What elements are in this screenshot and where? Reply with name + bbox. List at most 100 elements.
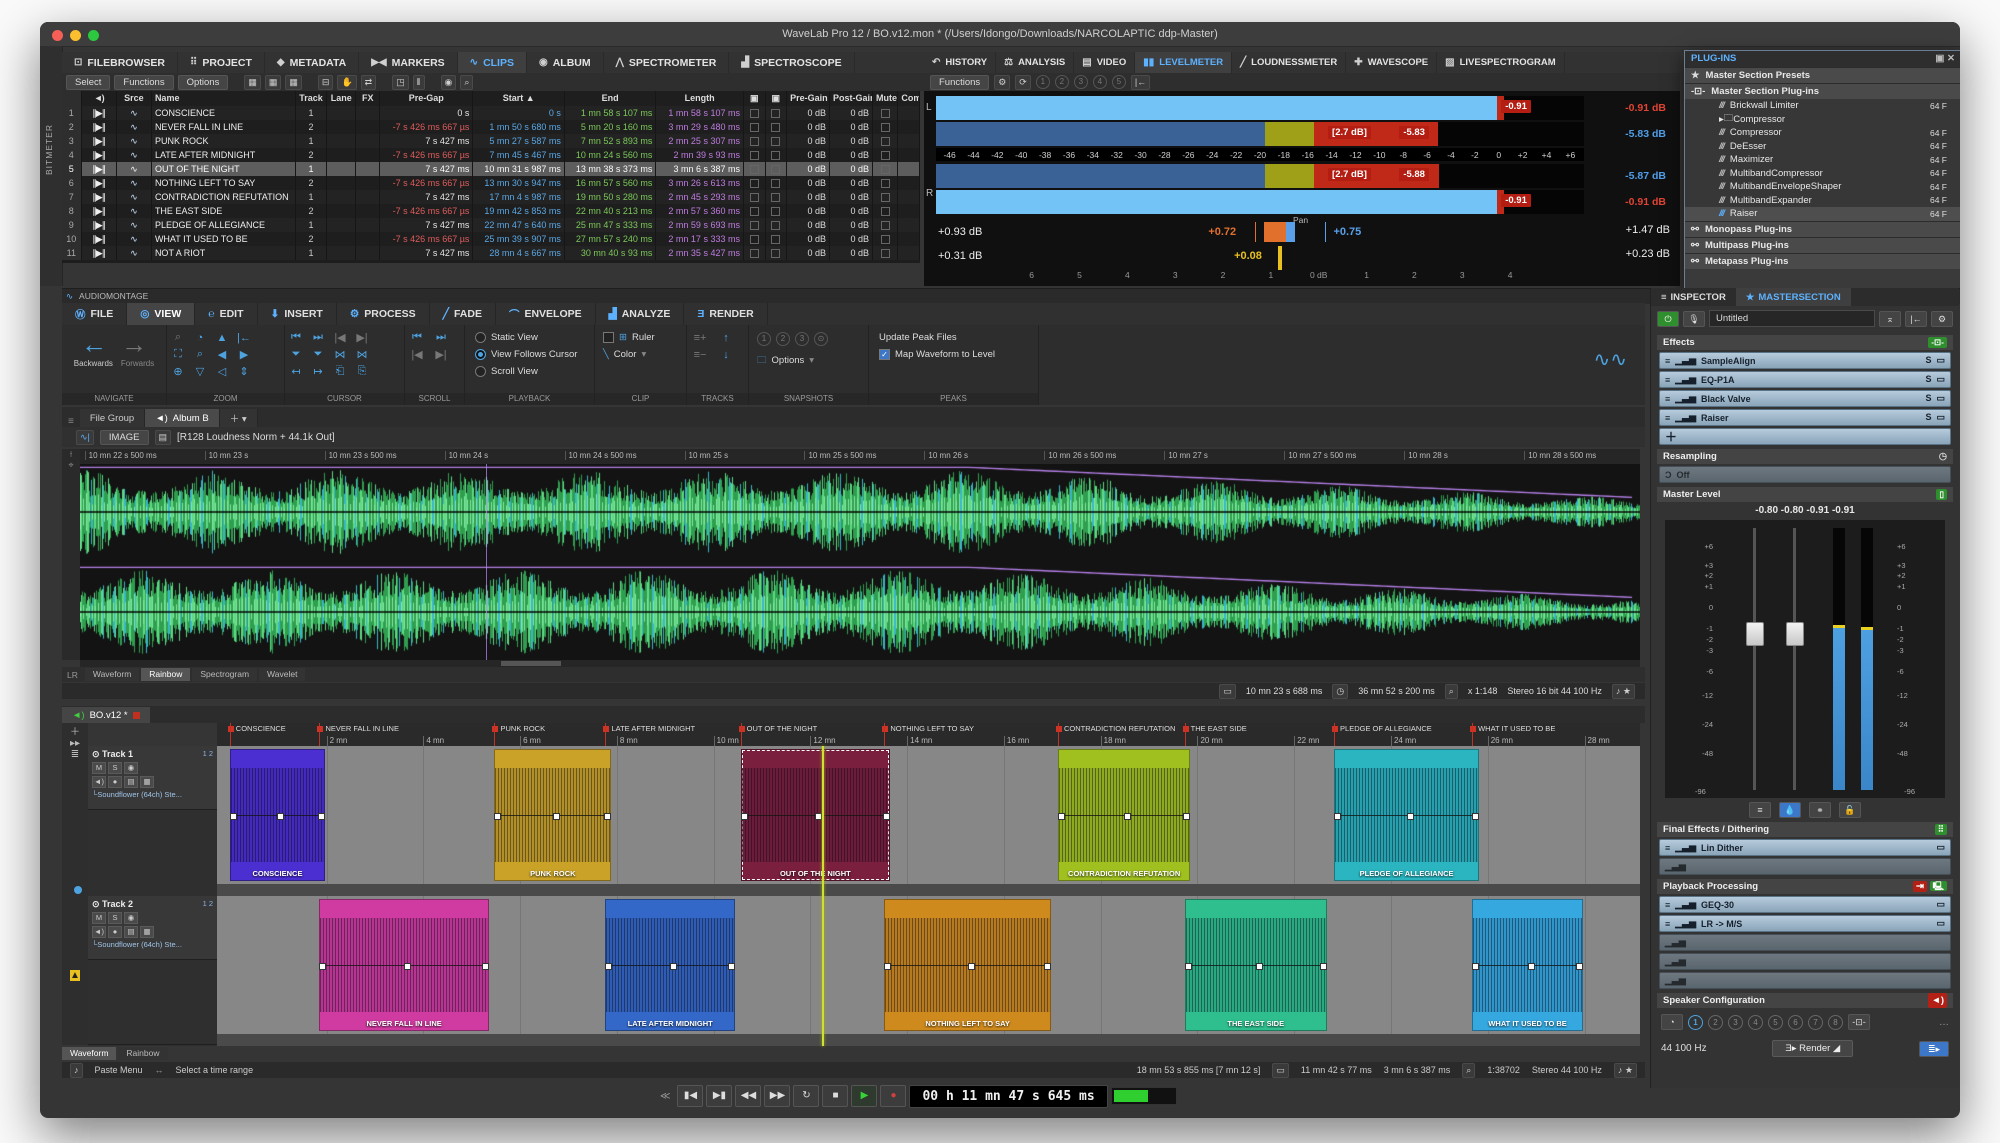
mute-button[interactable]: M [92,762,106,774]
tab-levelmeter[interactable]: ▮▮LEVELMETER [1135,52,1232,73]
resampling-slot[interactable]: Ɔ Off [1659,466,1951,483]
length-cell[interactable]: 2 mn 25 s 307 ms [656,134,744,148]
grid-icon[interactable]: ▦ [140,926,154,938]
envelope-node[interactable] [1256,963,1263,970]
length-cell[interactable]: 1 mn 58 s 107 ms [656,106,744,120]
marker-what-it-used-to-be[interactable]: WHAT IT USED TO BE [1470,724,1555,733]
pregain-cell[interactable]: 0 dB [787,134,830,148]
bypass-button[interactable]: ▭ [1936,899,1945,910]
plugin-item[interactable]: ///DeEsser64 F [1685,140,1960,154]
mute-checkbox[interactable] [881,109,890,118]
envelope-node[interactable] [1407,813,1414,820]
end-cell[interactable]: 16 mn 57 s 560 ms [565,176,656,190]
start-cell[interactable]: 13 mn 30 s 947 ms [473,176,564,190]
play-through-icon[interactable]: ∥▶∥ [82,232,117,246]
menu-icon[interactable]: ≡ [1749,802,1771,818]
bypass-button[interactable]: ▭ [1936,393,1945,404]
comment-cell[interactable] [898,148,920,162]
pregap-cell[interactable]: 7 s 427 ms [380,218,473,232]
length-cell[interactable]: 3 mn 29 s 480 ms [656,120,744,134]
link-icon[interactable]: ⚭ [1809,802,1831,818]
drag-handle-icon[interactable]: ≡ [1665,375,1670,385]
start-cell[interactable]: 25 mn 39 s 907 ms [473,232,564,246]
pregap-cell[interactable]: 7 s 427 ms [380,190,473,204]
solo-button[interactable]: S [1925,355,1931,366]
clip-late-after-midnight[interactable]: LATE AFTER MIDNIGHT [605,899,734,1031]
column-header[interactable]: Pre-Gain [787,91,830,106]
tracks-icons[interactable]: ≡+↑≡−↓ [687,329,748,363]
lock-cell[interactable] [744,134,766,148]
end-cell[interactable]: 13 mn 38 s 373 ms [565,162,656,176]
ripple-checkbox[interactable] [771,123,780,132]
envelope-node[interactable] [728,963,735,970]
comment-cell[interactable] [898,218,920,232]
ripple-lock-cell[interactable] [766,246,788,260]
pregain-cell[interactable]: 0 dB [787,232,830,246]
envelope-node[interactable] [230,813,237,820]
end-cell[interactable]: 22 mn 40 s 213 ms [565,204,656,218]
options-button[interactable]: Options [178,75,229,90]
wave-ruler[interactable]: 10 mn 22 s 500 ms10 mn 23 s10 mn 23 s 50… [80,449,1640,465]
meter-dock-icon[interactable]: |← [1131,75,1150,90]
pregain-cell[interactable]: 0 dB [787,218,830,232]
source-wave-icon[interactable]: ∿ [117,190,152,204]
play-through-icon[interactable]: ∥▶∥ [82,204,117,218]
effect-slot-empty[interactable]: ▁▃▅ [1659,953,1951,970]
ripple-lock-cell[interactable] [766,120,788,134]
grid-icon[interactable]: ▦ [140,776,154,788]
length-cell[interactable]: 2 mn 17 s 333 ms [656,232,744,246]
solo-button[interactable]: S [1925,393,1931,404]
add-group-tab-button[interactable]: ＋ ▾ [220,409,258,427]
ribbon-tab-fade[interactable]: ╱FADE [430,303,496,325]
master-power-button[interactable]: ⏻ [1657,311,1679,327]
start-cell[interactable]: 17 mn 4 s 987 ms [473,190,564,204]
marker-conscience[interactable]: CONSCIENCE [228,724,286,733]
lock-checkbox[interactable] [750,165,759,174]
ripple-checkbox[interactable] [771,165,780,174]
mute-cell[interactable] [873,218,898,232]
envelope-node[interactable] [670,963,677,970]
pregain-cell[interactable]: 0 dB [787,162,830,176]
montage-misc-icons[interactable]: ♪ ★ [1614,1063,1637,1078]
tab-history[interactable]: ↶HISTORY [924,52,996,73]
comment-cell[interactable] [898,190,920,204]
snapshot-add-button[interactable]: ⊙ [814,332,828,346]
mute-checkbox[interactable] [881,137,890,146]
envelope-node[interactable] [1044,963,1051,970]
marker-punk-rock[interactable]: PUNK ROCK [492,724,545,733]
start-cell[interactable]: 28 mn 4 s 667 ms [473,246,564,260]
wave-format[interactable]: Stereo 16 bit 44 100 Hz [1507,686,1602,696]
envelope-node[interactable] [482,963,489,970]
mute-checkbox[interactable] [881,151,890,160]
view-follows-cursor-radio[interactable]: View Follows Cursor [475,346,594,363]
meter-preset-3-button[interactable]: 3 [1074,75,1088,89]
functions-button[interactable]: Functions [114,75,173,90]
postgain-cell[interactable]: 0 dB [830,232,873,246]
effect-slot-samplealign[interactable]: ≡▁▃▅SampleAlignS▭ [1659,352,1951,369]
bypass-button[interactable]: ▭ [1936,374,1945,385]
inspector-tab-mastersection[interactable]: ★MASTERSECTION [1736,288,1851,306]
master-preset-field[interactable]: Untitled [1709,310,1875,327]
column-header[interactable]: Track [296,91,327,106]
mute-checkbox[interactable] [881,165,890,174]
speaker-config-6[interactable]: 6 [1788,1015,1803,1030]
eye-icon[interactable]: ◉ [441,75,457,90]
montage-zoom-ratio[interactable]: 1:38702 [1487,1065,1520,1075]
clip-name-cell[interactable]: NOTHING LEFT TO SAY [152,176,296,190]
eye-button[interactable]: ◉ [124,762,138,774]
drag-handle-icon[interactable]: ≡ [1665,900,1670,910]
mute-cell[interactable] [873,176,898,190]
end-cell[interactable]: 7 mn 52 s 893 ms [565,134,656,148]
clip-name-cell[interactable]: THE EAST SIDE [152,204,296,218]
wave-tab-waveform[interactable]: Waveform [85,668,139,681]
envelope-node[interactable] [883,813,890,820]
lock-cell[interactable] [744,232,766,246]
speaker-config-3[interactable]: 3 [1728,1015,1743,1030]
table-row[interactable]: 8∥▶∥∿THE EAST SIDE2-7 s 426 ms 667 µs19 … [62,204,920,218]
record-icon[interactable]: ● [108,926,122,938]
postgain-cell[interactable]: 0 dB [830,204,873,218]
transport-time-display[interactable]: 00 h 11 mn 47 s 645 ms [909,1085,1107,1108]
montage-tab-rainbow[interactable]: Rainbow [118,1047,167,1060]
ruler-checkbox[interactable]: ⊞Ruler [603,329,686,346]
navigate-forward-button[interactable]: → [121,329,147,359]
